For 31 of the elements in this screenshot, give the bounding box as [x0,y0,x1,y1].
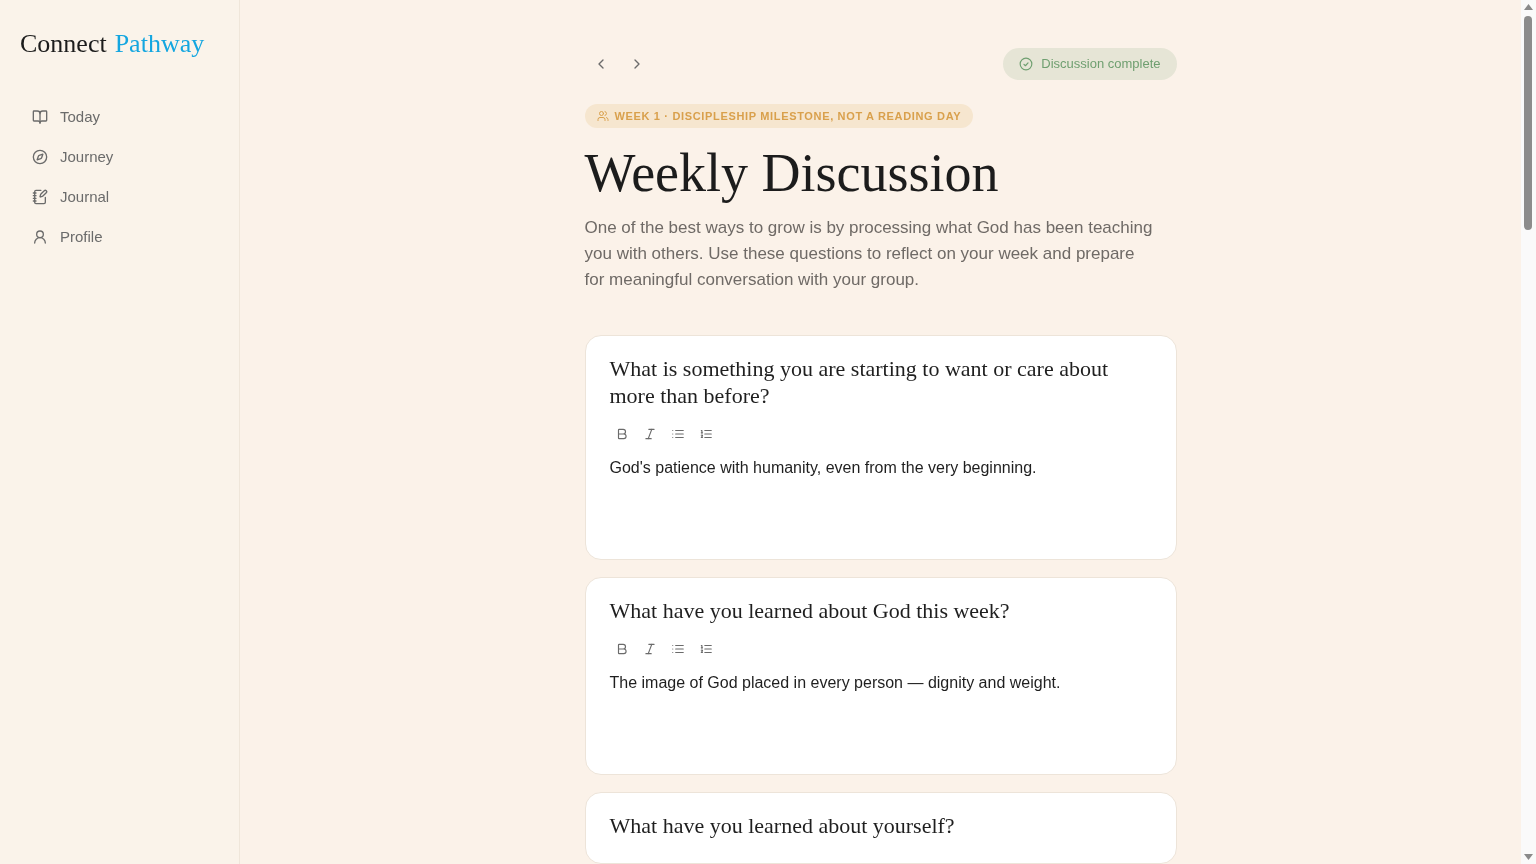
question-text: What have you learned about God this week? [609,597,1011,624]
answer-field[interactable]: God's patience with humanity, even from the very beginning. [609,456,1152,535]
nav-item[interactable]: Journey [20,137,219,177]
logo-text: Connect [20,28,107,60]
intro-paragraph: One of the best ways to grow is by processing what God has been teaching you with others. Use these questions to reflect on your week and prepare for meaningful conversation with your group. [584,217,1154,291]
notebook-pen-icon [32,189,48,205]
question-text: What is something you are starting to want or care about more than before? [609,355,1110,409]
scrollbar-thumb[interactable] [1524,16,1532,230]
bullet-list-icon [670,642,685,656]
italic-icon [642,642,657,656]
arrow-up-icon[interactable] [1524,4,1533,10]
arrow-down-icon[interactable] [1524,854,1533,860]
check-circle-icon [1019,57,1034,71]
week-label: WEEK 1 · DISCIPLESHIP MILESTONE, NOT A READING DAY [614,108,962,124]
numbered-list-icon [698,427,713,441]
question-text: What have you learned about yourself? [609,812,956,839]
status-text: Discussion complete [1041,55,1161,74]
answer-field[interactable]: The image of God placed in every person — dignity and weight. [609,671,1152,750]
scrollbar[interactable] [1521,0,1536,864]
italic-icon [642,427,657,441]
nav-item[interactable]: Today [20,97,219,137]
book-icon [32,109,48,125]
compass-icon [32,149,48,165]
nav-item[interactable]: Journal [20,177,219,217]
bullet-list-icon [670,427,685,441]
numbered-list-icon [698,642,713,656]
page-title: Weekly Discussion [584,143,1000,203]
user-icon [32,229,48,245]
nav-item[interactable]: Profile [20,217,219,257]
people-icon [596,110,609,122]
logo-text: Pathway [114,28,205,60]
